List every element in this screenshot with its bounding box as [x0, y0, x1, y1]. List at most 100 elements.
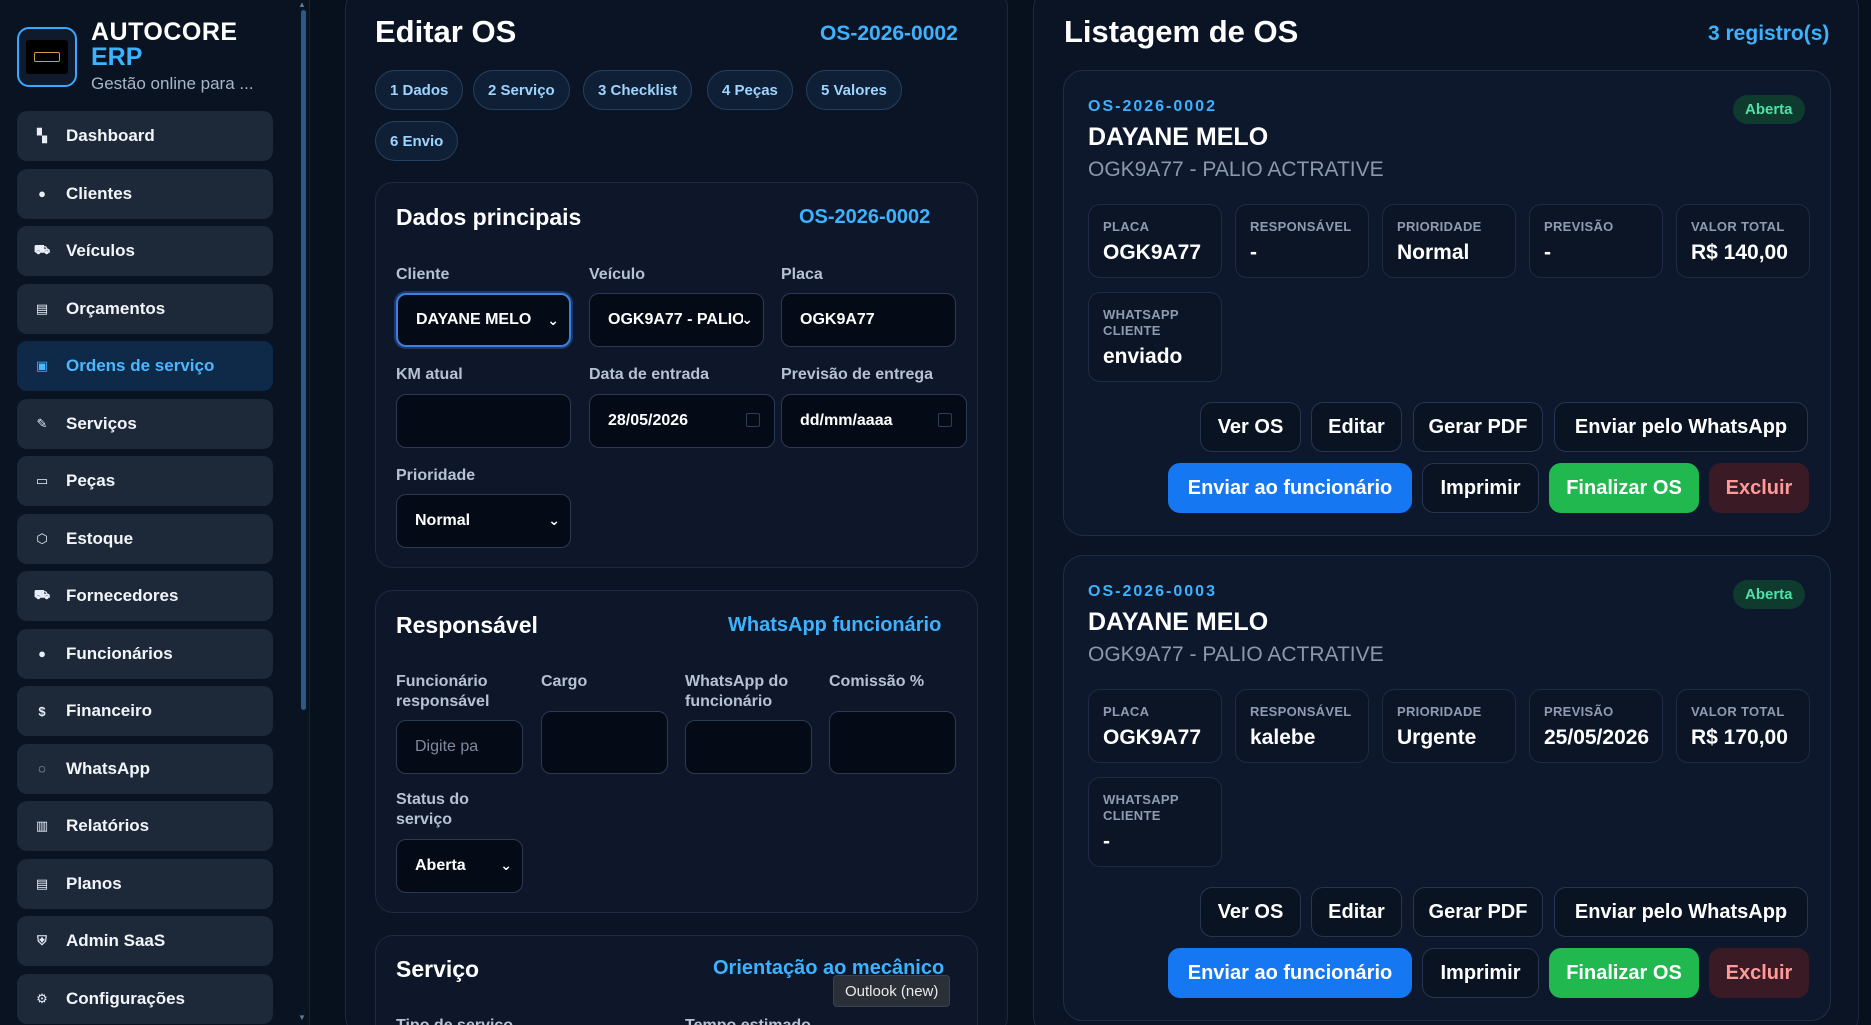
- brand-logo: [17, 27, 77, 87]
- editar-button[interactable]: Editar: [1311, 887, 1402, 937]
- enviar-funcionario-button[interactable]: Enviar ao funcionário: [1168, 463, 1412, 513]
- step-tab-dados[interactable]: 1 Dados: [375, 70, 464, 110]
- os-card-code: OS-2026-0003: [1088, 583, 1217, 600]
- whatsapp-cliente-value: -: [1103, 830, 1110, 853]
- sidebar-item-pecas[interactable]: ▭ Peças: [17, 456, 273, 506]
- os-card-client: DAYANE MELO: [1088, 608, 1269, 636]
- calendar-icon[interactable]: [746, 413, 760, 427]
- enviar-whatsapp-button[interactable]: Enviar pelo WhatsApp: [1554, 402, 1808, 452]
- step-tab-checklist[interactable]: 3 Checklist: [583, 70, 693, 110]
- cargo-input[interactable]: [541, 711, 668, 774]
- km-label: KM atual: [396, 366, 463, 383]
- ver-os-button[interactable]: Ver OS: [1200, 887, 1301, 937]
- step-tab-servico[interactable]: 2 Serviço: [473, 70, 570, 110]
- placa-input[interactable]: OGK9A77: [781, 293, 956, 347]
- sidebar-item-clientes[interactable]: ● Clientes: [17, 168, 273, 219]
- brand-name-erp: ERP: [91, 43, 143, 71]
- imprimir-button[interactable]: Imprimir: [1422, 463, 1539, 513]
- whatsapp-funcionario-input[interactable]: [685, 720, 812, 774]
- info-box-valor-total: VALOR TOTAL R$ 140,00: [1676, 204, 1810, 278]
- editar-button[interactable]: Editar: [1311, 402, 1402, 452]
- status-servico-select[interactable]: Aberta ⌄: [396, 839, 523, 893]
- sidebar-item-admin-saas[interactable]: ⛨ Admin SaaS: [17, 916, 273, 966]
- scroll-down-arrow-icon[interactable]: ▼: [298, 1013, 306, 1022]
- sidebar-item-fornecedores[interactable]: ⛟ Fornecedores: [17, 571, 273, 621]
- whatsapp-funcionario-link[interactable]: WhatsApp funcionário: [728, 614, 941, 637]
- part-icon: ▭: [35, 473, 49, 488]
- step-tab-envio[interactable]: 6 Envio: [375, 121, 459, 161]
- tipo-servico-label: Tipo de serviço: [396, 1016, 513, 1025]
- sidebar-scrollbar-thumb[interactable]: [301, 10, 306, 710]
- funcionario-input[interactable]: Digite pa: [396, 720, 523, 774]
- comissao-input[interactable]: [829, 711, 956, 774]
- dados-principais-title: Dados principais: [396, 204, 582, 230]
- previsao-date-input[interactable]: dd/mm/aaaa: [781, 394, 967, 448]
- previsao-value: 25/05/2026: [1544, 726, 1650, 749]
- whatsapp-cliente-label: WHATSAPP CLIENTE: [1103, 307, 1179, 338]
- finalizar-os-button[interactable]: Finalizar OS: [1549, 463, 1699, 513]
- brand-subtitle: Gestão online para ...: [91, 74, 254, 93]
- placa-label: PLACA: [1103, 704, 1150, 719]
- info-box-placa: PLACA OGK9A77: [1088, 204, 1222, 278]
- sidebar-item-label: Fornecedores: [66, 586, 179, 605]
- excluir-button[interactable]: Excluir: [1709, 463, 1809, 513]
- grid-icon: ▚: [37, 128, 47, 143]
- prioridade-label: Prioridade: [396, 467, 476, 484]
- chevron-down-icon: ⌄: [548, 512, 560, 528]
- sidebar-item-funcionarios[interactable]: ● Funcionários: [17, 628, 273, 679]
- sidebar-item-estoque[interactable]: ⬡ Estoque: [17, 513, 273, 564]
- sidebar-item-financeiro[interactable]: $ Financeiro: [17, 686, 273, 736]
- sidebar-item-label: Planos: [66, 873, 122, 893]
- box-icon: ⬡: [36, 530, 48, 546]
- excluir-button[interactable]: Excluir: [1709, 948, 1809, 998]
- sidebar-item-label: Funcionários: [66, 643, 173, 663]
- sidebar-item-label: Ordens de serviço: [66, 356, 215, 375]
- info-box-placa: PLACA OGK9A77: [1088, 689, 1222, 763]
- scroll-up-arrow-icon[interactable]: ▲: [298, 0, 306, 9]
- enviar-funcionario-button[interactable]: Enviar ao funcionário: [1168, 948, 1412, 998]
- veiculo-value: OGK9A77 - PALIO ACTRATIVE: [608, 311, 743, 328]
- sidebar-item-configuracoes[interactable]: ⚙ Configurações: [17, 973, 273, 1024]
- info-box-prioridade: PRIORIDADE Urgente: [1382, 689, 1516, 763]
- km-input[interactable]: [396, 394, 571, 448]
- prioridade-select[interactable]: Normal ⌄: [396, 494, 571, 548]
- sidebar-item-relatorios[interactable]: ▥ Relatórios: [17, 801, 273, 851]
- prioridade-label: PRIORIDADE: [1397, 219, 1482, 234]
- previsao-label: PREVISÃO: [1544, 704, 1614, 719]
- sidebar-item-whatsapp[interactable]: ◌ WhatsApp: [17, 743, 273, 794]
- calendar-icon[interactable]: [938, 413, 952, 427]
- imprimir-button[interactable]: Imprimir: [1422, 948, 1539, 998]
- sidebar-item-orcamentos[interactable]: ▤ Orçamentos: [17, 283, 273, 334]
- previsao-label: Previsão de entrega: [781, 366, 934, 383]
- brand[interactable]: AUTOCORE ERP Gestão online para ...: [17, 20, 254, 94]
- sidebar: AUTOCORE ERP Gestão online para ... ▚ Das…: [0, 0, 310, 1025]
- gerar-pdf-button[interactable]: Gerar PDF: [1413, 887, 1543, 937]
- cliente-label: Cliente: [396, 266, 450, 283]
- status-badge: Aberta: [1733, 580, 1805, 609]
- info-box-previsao: PREVISÃO -: [1529, 204, 1663, 278]
- info-box-responsavel: RESPONSÁVEL -: [1235, 204, 1369, 278]
- sidebar-item-dashboard[interactable]: ▚ Dashboard: [17, 111, 273, 161]
- veiculo-select[interactable]: OGK9A77 - PALIO ACTRATIVE ⌄: [589, 293, 764, 347]
- sidebar-item-ordens-de-servico[interactable]: ▣ Ordens de serviço: [17, 341, 273, 391]
- entrada-date-input[interactable]: 28/05/2026: [589, 394, 775, 448]
- gerar-pdf-button[interactable]: Gerar PDF: [1413, 402, 1543, 452]
- sidebar-item-label: Orçamentos: [66, 298, 166, 318]
- step-tab-pecas[interactable]: 4 Peças: [707, 70, 793, 110]
- calculator-icon: ▤: [35, 300, 49, 316]
- cliente-select[interactable]: DAYANE MELO ⌄: [396, 293, 571, 347]
- servico-title: Serviço: [396, 956, 480, 982]
- sidebar-item-veiculos[interactable]: ⛟ Veículos: [17, 226, 273, 276]
- sidebar-item-servicos[interactable]: ✎ Serviços: [17, 398, 273, 449]
- dados-principais-os-code: OS-2026-0002: [799, 206, 931, 228]
- sidebar-item-planos[interactable]: ▤ Planos: [17, 858, 273, 909]
- info-box-valor-total: VALOR TOTAL R$ 170,00: [1676, 689, 1810, 763]
- ver-os-button[interactable]: Ver OS: [1200, 402, 1301, 452]
- finalizar-os-button[interactable]: Finalizar OS: [1549, 948, 1699, 998]
- entrada-label: Data de entrada: [589, 366, 710, 383]
- comissao-label: Comissão %: [829, 673, 925, 690]
- enviar-whatsapp-button[interactable]: Enviar pelo WhatsApp: [1554, 887, 1808, 937]
- step-tab-valores[interactable]: 5 Valores: [806, 70, 902, 110]
- dollar-icon: $: [38, 703, 46, 719]
- veiculo-label: Veículo: [589, 266, 646, 283]
